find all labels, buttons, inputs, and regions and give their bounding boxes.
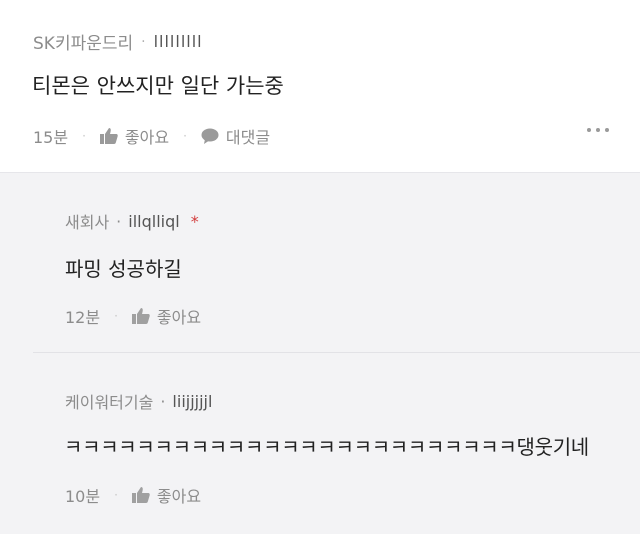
- comment-author[interactable]: SK키파운드리: [33, 29, 133, 54]
- reply-actions: 12분 · 좋아요: [65, 304, 201, 328]
- comment-meta: SK키파운드리 · lllllllll: [33, 29, 203, 54]
- reply-nickname[interactable]: illqlliql: [128, 212, 179, 231]
- reply-content: ㅋㅋㅋㅋㅋㅋㅋㅋㅋㅋㅋㅋㅋㅋㅋㅋㅋㅋㅋㅋㅋㅋㅋㅋㅋ댕웃기네: [64, 435, 589, 459]
- separator-dot: ·: [160, 391, 166, 411]
- separator-dot: ·: [82, 129, 86, 143]
- reply-label: 대댓글: [225, 128, 271, 147]
- author-mark-icon: *: [190, 211, 199, 231]
- like-label: 좋아요: [156, 487, 202, 506]
- thumbs-up-icon: [131, 487, 150, 503]
- reply-nickname[interactable]: liijjjjjl: [172, 392, 212, 411]
- reply-actions: 10분 · 좋아요: [65, 483, 201, 507]
- reply-time: 10분: [65, 487, 101, 506]
- thumbs-up-icon: [99, 128, 118, 144]
- reply-meta: 케이워터기술 · liijjjjjl: [65, 389, 212, 413]
- comment-actions: 15분 · 좋아요 · 대댓글: [33, 124, 270, 148]
- more-options-icon[interactable]: [587, 128, 609, 132]
- comment-card: SK키파운드리 · lllllllll 티몬은 안쓰지만 일단 가는중 15분 …: [0, 0, 640, 173]
- dot: [605, 128, 609, 132]
- dot: [587, 128, 591, 132]
- reply-content: 파밍 성공하길: [65, 257, 182, 281]
- comment-nickname[interactable]: lllllllll: [154, 32, 203, 51]
- like-button[interactable]: 좋아요: [99, 124, 170, 148]
- speech-bubble-icon: [201, 128, 219, 144]
- like-button[interactable]: 좋아요: [131, 483, 202, 507]
- reply-item: 케이워터기술 · liijjjjjl ㅋㅋㅋㅋㅋㅋㅋㅋㅋㅋㅋㅋㅋㅋㅋㅋㅋㅋㅋㅋㅋ…: [0, 353, 640, 534]
- reply-time: 12분: [65, 308, 101, 327]
- like-button[interactable]: 좋아요: [131, 304, 202, 328]
- reply-author[interactable]: 케이워터기술: [65, 389, 153, 413]
- dot: [596, 128, 600, 132]
- reply-item: 새회사 · illqlliql * 파밍 성공하길 12분 · 좋아요: [0, 173, 640, 350]
- comment-content: 티몬은 안쓰지만 일단 가는중: [32, 74, 284, 98]
- reply-author[interactable]: 새회사: [65, 209, 109, 233]
- reply-button[interactable]: 대댓글: [201, 124, 270, 148]
- separator-dot: ·: [116, 211, 122, 231]
- like-label: 좋아요: [124, 128, 170, 147]
- separator-dot: ·: [141, 33, 146, 50]
- like-label: 좋아요: [156, 308, 202, 327]
- thumbs-up-icon: [131, 308, 150, 324]
- comment-time: 15분: [33, 128, 69, 147]
- separator-dot: ·: [114, 488, 118, 502]
- reply-meta: 새회사 · illqlliql *: [65, 209, 199, 233]
- separator-dot: ·: [183, 129, 187, 143]
- separator-dot: ·: [114, 309, 118, 323]
